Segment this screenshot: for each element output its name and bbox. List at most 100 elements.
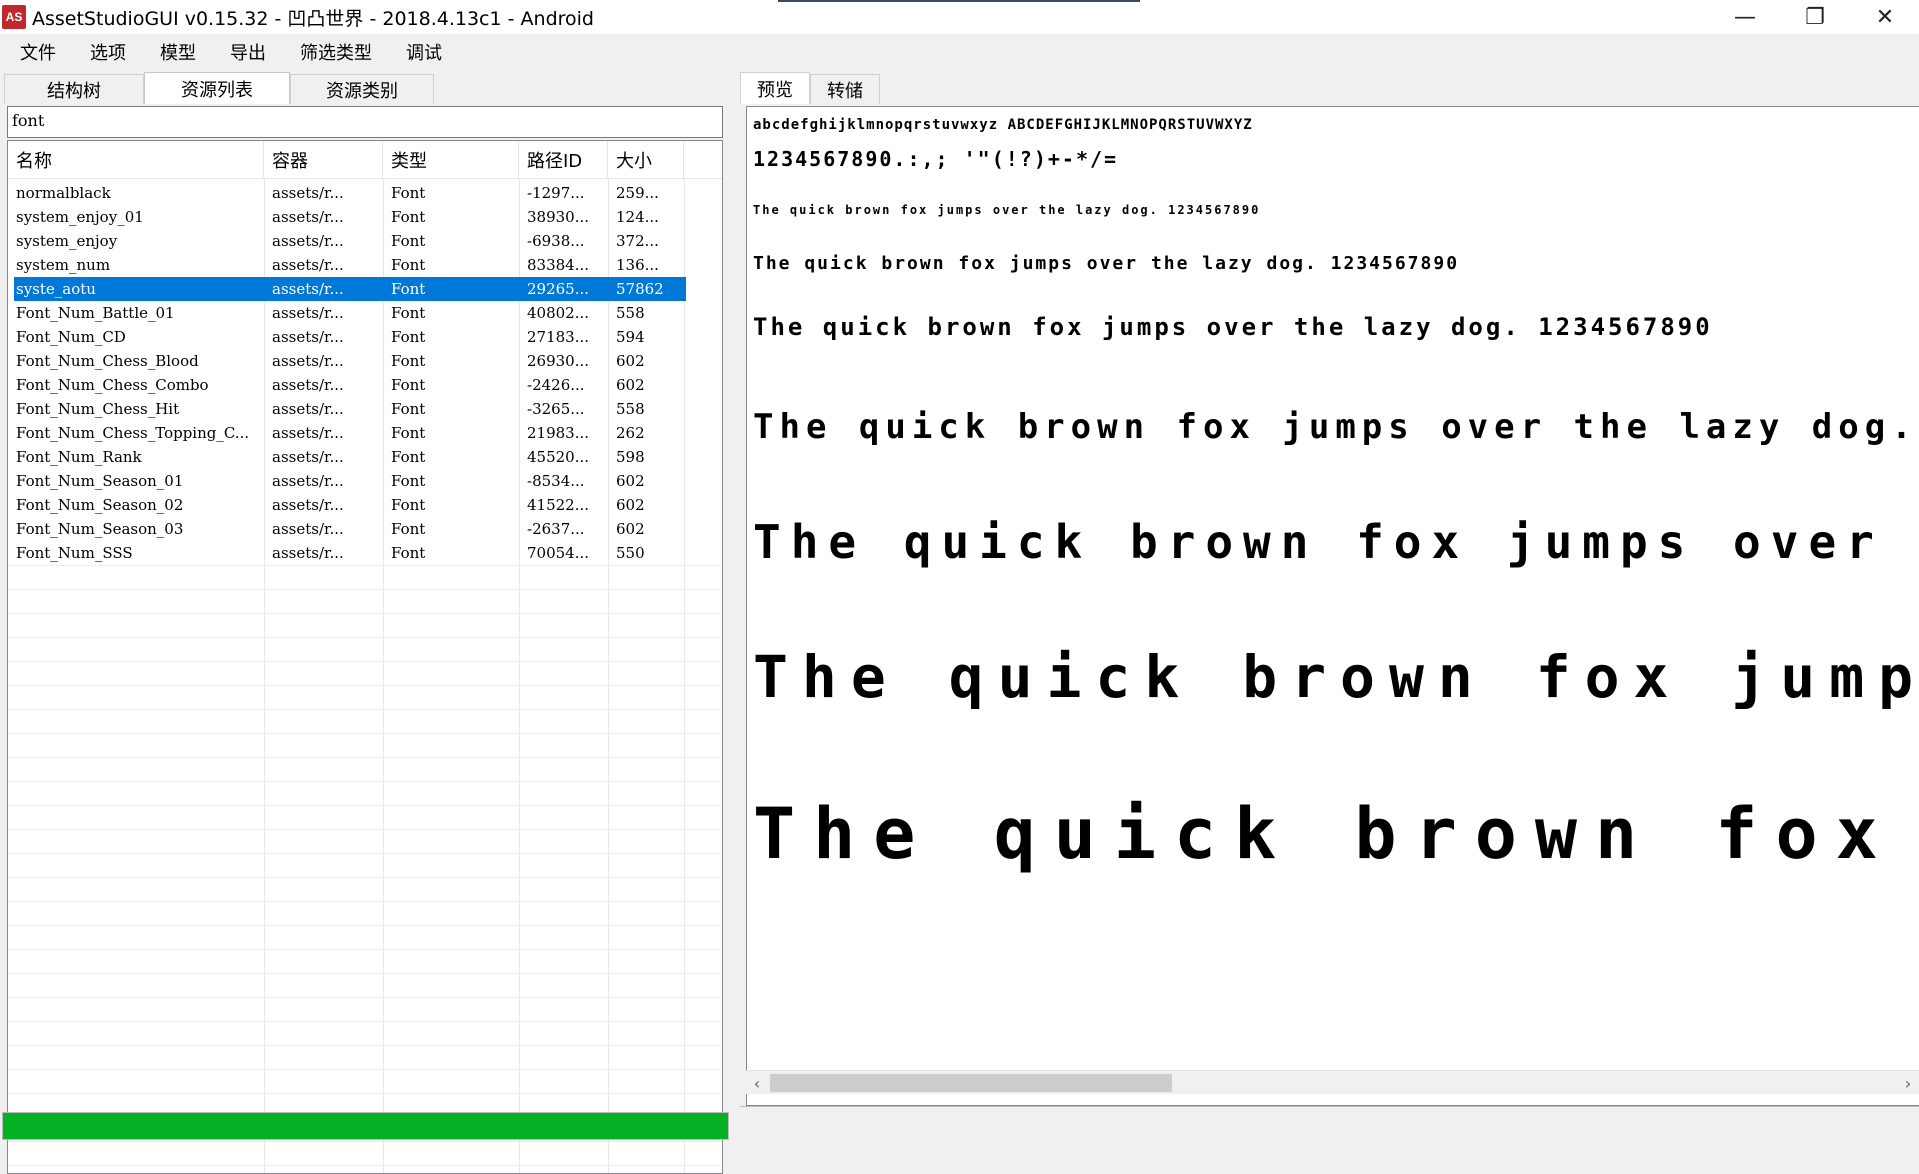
- cell-type: Font: [391, 448, 426, 466]
- cell-type: Font: [391, 208, 426, 226]
- table-row[interactable]: system_enjoy assets/r... Font -6938... 372..…: [8, 229, 722, 253]
- cell-type: Font: [391, 520, 426, 538]
- column-header-container[interactable]: 容器: [264, 141, 383, 179]
- cell-container: assets/r...: [272, 544, 344, 562]
- asset-list[interactable]: 名称 容器 类型 路径ID 大小 normalblack assets/r... F…: [7, 140, 723, 1174]
- cell-path-id: 41522...: [527, 496, 590, 514]
- menu-model[interactable]: 模型: [150, 39, 208, 65]
- cell-path-id: 70054...: [527, 544, 590, 562]
- menu-debug[interactable]: 调试: [396, 39, 454, 65]
- preview-alphabet: abcdefghijklmnopqrstuvwxyz ABCDEFGHIJKLM…: [753, 117, 1253, 133]
- cell-container: assets/r...: [272, 472, 344, 490]
- cell-size: 602: [616, 352, 645, 370]
- right-status-strip: [740, 1106, 1919, 1141]
- progress-bar: [2, 1112, 729, 1140]
- panel-splitter[interactable]: [730, 72, 740, 1141]
- preview-symbols: 1234567890.:,; '"(!?)+-*/=: [753, 147, 1119, 171]
- cell-name: normalblack: [16, 184, 111, 202]
- cell-container: assets/r...: [272, 328, 344, 346]
- cell-path-id: 40802...: [527, 304, 590, 322]
- tab-dump[interactable]: 转储: [810, 74, 880, 104]
- menu-file[interactable]: 文件: [10, 39, 68, 65]
- table-row[interactable]: Font_Num_Season_01 assets/r... Font -8534..…: [8, 469, 722, 493]
- row-gridline: [8, 661, 722, 662]
- row-gridline: [8, 853, 722, 854]
- preview-size-60: The quick brown fox jumps over the lazy …: [753, 643, 1919, 711]
- filter-input[interactable]: font: [7, 106, 723, 138]
- table-row[interactable]: Font_Num_Chess_Hit assets/r... Font -3265..…: [8, 397, 722, 421]
- menu-export[interactable]: 导出: [220, 39, 278, 65]
- row-gridline: [8, 1045, 722, 1046]
- cell-container: assets/r...: [272, 208, 344, 226]
- scroll-right-arrow-icon[interactable]: ›: [1897, 1071, 1919, 1095]
- tab-asset-classes[interactable]: 资源类别: [290, 74, 434, 104]
- progress-fill: [3, 1113, 728, 1139]
- cell-name: system_num: [16, 256, 111, 274]
- row-gridline: [8, 829, 722, 830]
- cell-type: Font: [391, 400, 426, 418]
- row-gridline: [8, 757, 722, 758]
- column-header-name[interactable]: 名称: [8, 141, 264, 179]
- cell-type: Font: [391, 304, 426, 322]
- table-row[interactable]: Font_Num_Season_02 assets/r... Font 41522..…: [8, 493, 722, 517]
- cell-path-id: 27183...: [527, 328, 590, 346]
- row-gridline: [8, 997, 722, 998]
- cell-name: Font_Num_Battle_01: [16, 304, 175, 322]
- scroll-left-arrow-icon[interactable]: ‹: [746, 1071, 768, 1095]
- tab-asset-list[interactable]: 资源列表: [144, 72, 290, 104]
- table-row[interactable]: Font_Num_Battle_01 assets/r... Font 40802..…: [8, 301, 722, 325]
- cell-name: Font_Num_Rank: [16, 448, 142, 466]
- cell-size: 136...: [616, 256, 659, 274]
- left-tab-strip: 结构树 资源列表 资源类别: [4, 72, 434, 104]
- table-row[interactable]: system_num assets/r... Font 83384... 136...: [8, 253, 722, 277]
- column-header-size[interactable]: 大小: [608, 141, 684, 179]
- cell-type: Font: [391, 424, 426, 442]
- cell-type: Font: [391, 352, 426, 370]
- maximize-button[interactable]: ❐: [1780, 0, 1850, 34]
- table-row[interactable]: Font_Num_Chess_Combo assets/r... Font -2426…: [8, 373, 722, 397]
- cell-size: 602: [616, 496, 645, 514]
- column-header-type[interactable]: 类型: [383, 141, 519, 179]
- cell-type: Font: [391, 376, 426, 394]
- preview-size-36: The quick brown fox jumps over the lazy …: [753, 407, 1918, 447]
- cell-path-id: 21983...: [527, 424, 590, 442]
- row-gridline: [8, 733, 722, 734]
- tab-preview[interactable]: 预览: [740, 72, 810, 104]
- close-button[interactable]: ✕: [1850, 0, 1919, 34]
- row-gridline: [8, 1141, 722, 1142]
- cell-size: 558: [616, 400, 645, 418]
- row-gridline: [8, 709, 722, 710]
- table-row[interactable]: Font_Num_CD assets/r... Font 27183... 594: [8, 325, 722, 349]
- row-gridline: [8, 613, 722, 614]
- cell-path-id: -3265...: [527, 400, 585, 418]
- cell-type: Font: [391, 184, 426, 202]
- cell-name: syste_aotu: [16, 280, 96, 298]
- table-row[interactable]: Font_Num_SSS assets/r... Font 70054... 550: [8, 541, 722, 565]
- table-row[interactable]: Font_Num_Chess_Blood assets/r... Font 26930…: [8, 349, 722, 373]
- cell-container: assets/r...: [272, 424, 344, 442]
- table-row[interactable]: normalblack assets/r... Font -1297... 259...: [8, 181, 722, 205]
- left-panel: 结构树 资源列表 资源类别 font 名称 容器 类型 路径ID 大小 norm…: [0, 72, 730, 1174]
- cell-size: 550: [616, 544, 645, 562]
- menu-filter-type[interactable]: 筛选类型: [290, 39, 384, 65]
- cell-container: assets/r...: [272, 400, 344, 418]
- menu-options[interactable]: 选项: [80, 39, 138, 65]
- row-gridline: [8, 637, 722, 638]
- preview-horizontal-scrollbar[interactable]: ‹ ›: [746, 1070, 1919, 1094]
- cell-size: 598: [616, 448, 645, 466]
- table-row[interactable]: Font_Num_Season_03 assets/r... Font -2637..…: [8, 517, 722, 541]
- minimize-button[interactable]: —: [1710, 0, 1780, 34]
- cell-name: Font_Num_Chess_Blood: [16, 352, 199, 370]
- column-header-path-id[interactable]: 路径ID: [519, 141, 608, 179]
- table-row[interactable]: Font_Num_Chess_Topping_C... assets/r... Fo…: [8, 421, 722, 445]
- row-gridline: [8, 973, 722, 974]
- table-row[interactable]: Font_Num_Rank assets/r... Font 45520... 598: [8, 445, 722, 469]
- table-row[interactable]: syste_aotu assets/r... Font 29265... 57862: [8, 277, 722, 301]
- cell-container: assets/r...: [272, 304, 344, 322]
- table-row[interactable]: system_enjoy_01 assets/r... Font 38930... 12…: [8, 205, 722, 229]
- cell-size: 124...: [616, 208, 659, 226]
- tab-scene-tree[interactable]: 结构树: [4, 74, 144, 104]
- scrollbar-thumb[interactable]: [770, 1074, 1172, 1092]
- cell-name: Font_Num_CD: [16, 328, 126, 346]
- row-gridline: [8, 925, 722, 926]
